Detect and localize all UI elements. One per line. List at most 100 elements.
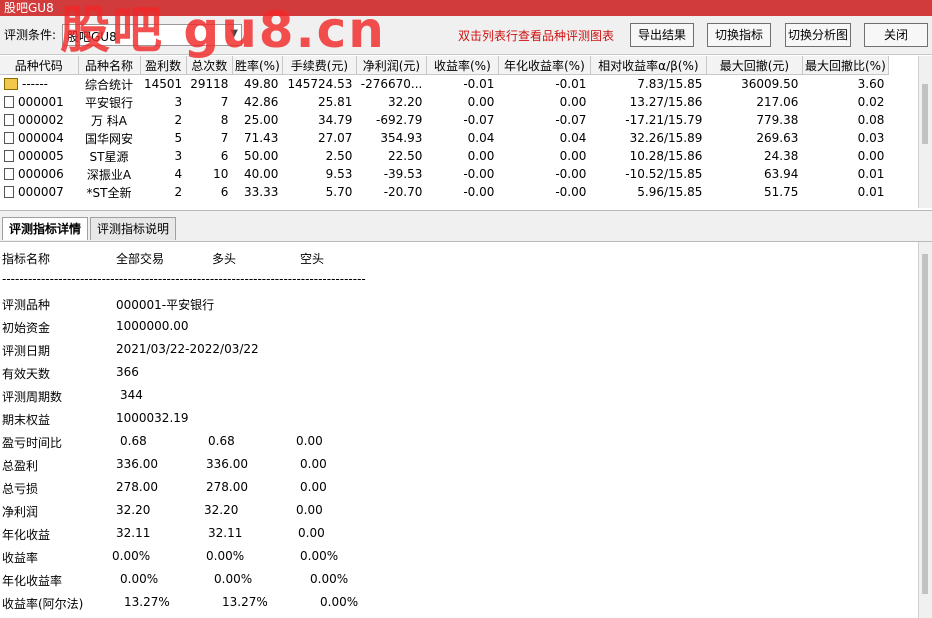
table-row[interactable]: 000004 国华网安 5 7 71.43 27.07 354.93 0.04 0.04 32.2…	[0, 129, 888, 147]
metric-value: 0.00%	[214, 572, 253, 586]
table-cell: 0.01	[857, 167, 885, 181]
table-cell: 7	[220, 95, 229, 109]
code-text: 000007	[18, 185, 64, 199]
table-row[interactable]: ------ 综合统计 14501 29118 49.80 145724.53 -27667…	[0, 75, 888, 94]
table-cell: 51.75	[764, 185, 799, 199]
table-cell: 3	[174, 149, 183, 163]
chevron-down-icon[interactable]: ▼	[230, 28, 238, 39]
column-header[interactable]: 总次数	[186, 56, 233, 75]
table-row[interactable]: 000002 万 科A 2 8 25.00 34.79 -692.79 -0.07 -0.07 -…	[0, 111, 888, 129]
detail-scrollbar[interactable]	[918, 242, 932, 618]
code-text: ------	[22, 77, 48, 91]
close-button[interactable]: 关闭	[864, 23, 928, 47]
metric-label: 年化收益	[2, 528, 51, 542]
table-cell: 779.38	[756, 113, 799, 127]
table-cell: -20.70	[383, 185, 423, 199]
column-header[interactable]: 净利润(元)	[356, 56, 427, 75]
metric-value: 32.20	[116, 503, 151, 517]
separator-line: ----------------------------------------…	[2, 272, 366, 286]
column-header[interactable]: 收益率(%)	[426, 56, 499, 75]
metric-value: 0.00	[300, 457, 327, 471]
table-cell: 2.50	[325, 149, 353, 163]
scroll-thumb[interactable]	[922, 84, 928, 144]
table-row[interactable]: 000006 深振业A 4 10 40.00 9.53 -39.53 -0.00 -0.00 -1…	[0, 165, 888, 183]
column-header[interactable]: 盈利数	[140, 56, 187, 75]
table-cell: 29118	[190, 77, 229, 91]
table-cell: 平安银行	[84, 95, 133, 110]
table-cell: 34.79	[318, 113, 353, 127]
table-row[interactable]: 000007 *ST全新 2 6 33.33 5.70 -20.70 -0.00 -0.00 5.…	[0, 183, 888, 201]
table-cell: ST星源	[89, 149, 129, 164]
document-icon	[4, 96, 14, 108]
column-header[interactable]: 胜率(%)	[232, 56, 283, 75]
metric-label: 盈亏时间比	[2, 436, 63, 450]
results-grid: 品种代码 品种名称 盈利数 总次数 胜率(%) 手续费(元) 净利润(元) 收益率(%) 年化收…	[0, 56, 889, 201]
column-header[interactable]: 相对收益率α/β(%)	[590, 56, 707, 75]
table-cell: 0.00	[559, 95, 587, 109]
code-cell: 000002	[0, 111, 78, 129]
column-header[interactable]: 年化收益率(%)	[498, 56, 591, 75]
table-cell: -0.00	[555, 185, 587, 199]
tab-indicator-details[interactable]: 评测指标详情	[2, 217, 89, 240]
switch-indicator-button[interactable]: 切换指标	[707, 23, 771, 47]
table-cell: 0.03	[857, 131, 885, 145]
tab-indicator-explanation[interactable]: 评测指标说明	[90, 217, 177, 240]
info-label: 初始资金	[2, 321, 51, 335]
table-cell: 71.43	[244, 131, 279, 145]
table-cell: 33.33	[244, 185, 279, 199]
table-cell: 10.28/15.86	[629, 149, 703, 163]
condition-label: 评测条件:	[4, 28, 57, 42]
table-cell: 国华网安	[84, 131, 133, 146]
switch-chart-button[interactable]: 切换分析图	[785, 23, 851, 47]
table-cell: 32.26/15.89	[629, 131, 703, 145]
column-header[interactable]: 手续费(元)	[282, 56, 357, 75]
table-cell: 0.00	[467, 95, 495, 109]
info-label: 评测周期数	[2, 390, 63, 404]
table-cell: -0.00	[463, 167, 495, 181]
table-cell: 5.96/15.85	[637, 185, 703, 199]
table-cell: 13.27/15.86	[629, 95, 703, 109]
table-row[interactable]: 000005 ST星源 3 6 50.00 2.50 22.50 0.00 0.00 10.28/…	[0, 147, 888, 165]
table-body: ------ 综合统计 14501 29118 49.80 145724.53 -27667…	[0, 75, 888, 202]
table-cell: 27.07	[318, 131, 353, 145]
table-cell: 8	[220, 113, 229, 127]
column-header[interactable]: 最大回撤(元)	[706, 56, 803, 75]
table-scrollbar[interactable]	[918, 56, 932, 208]
table-cell: 综合统计	[84, 77, 133, 92]
column-header[interactable]: 最大回撤比(%)	[802, 56, 889, 75]
column-header[interactable]: 品种代码	[0, 56, 79, 75]
detail-tabs: 评测指标详情 评测指标说明	[0, 210, 932, 242]
table-cell: 9.53	[325, 167, 353, 181]
table-cell: 22.50	[388, 149, 423, 163]
detail-header: 空头	[300, 252, 325, 266]
table-cell: -0.00	[463, 185, 495, 199]
table-cell: 354.93	[380, 131, 423, 145]
metric-value: 32.20	[204, 503, 239, 517]
window-title: 股吧GU8	[4, 1, 54, 15]
table-cell: 63.94	[764, 167, 799, 181]
code-text: 000005	[18, 149, 64, 163]
table-cell: 25.00	[244, 113, 279, 127]
column-header[interactable]: 品种名称	[78, 56, 141, 75]
results-table[interactable]: 品种代码 品种名称 盈利数 总次数 胜率(%) 手续费(元) 净利润(元) 收益率(%) 年化收…	[0, 56, 918, 208]
table-cell: -10.52/15.85	[625, 167, 703, 181]
code-cell: 000004	[0, 129, 78, 147]
summary-icon	[4, 78, 18, 90]
hint-text: 双击列表行查看品种评测图表	[458, 29, 615, 43]
table-row[interactable]: 000001 平安银行 3 7 42.86 25.81 32.20 0.00 0.00 13.27…	[0, 93, 888, 111]
metric-value: 0.00%	[320, 595, 359, 609]
info-label: 评测品种	[2, 298, 51, 312]
table-cell: -0.01	[463, 77, 495, 91]
table-cell: 深振业A	[86, 167, 132, 182]
scroll-thumb[interactable]	[922, 254, 928, 594]
table-cell: -276670...	[360, 77, 423, 91]
table-cell: 0.00	[467, 149, 495, 163]
table-cell: 0.02	[857, 95, 885, 109]
metric-value: 0.00	[296, 434, 323, 448]
code-cell: ------	[0, 75, 78, 94]
table-cell: 0.08	[857, 113, 885, 127]
export-button[interactable]: 导出结果	[630, 23, 694, 47]
document-icon	[4, 186, 14, 198]
code-cell: 000001	[0, 93, 78, 111]
condition-select[interactable]: 股吧GU8 ▼	[62, 24, 242, 46]
